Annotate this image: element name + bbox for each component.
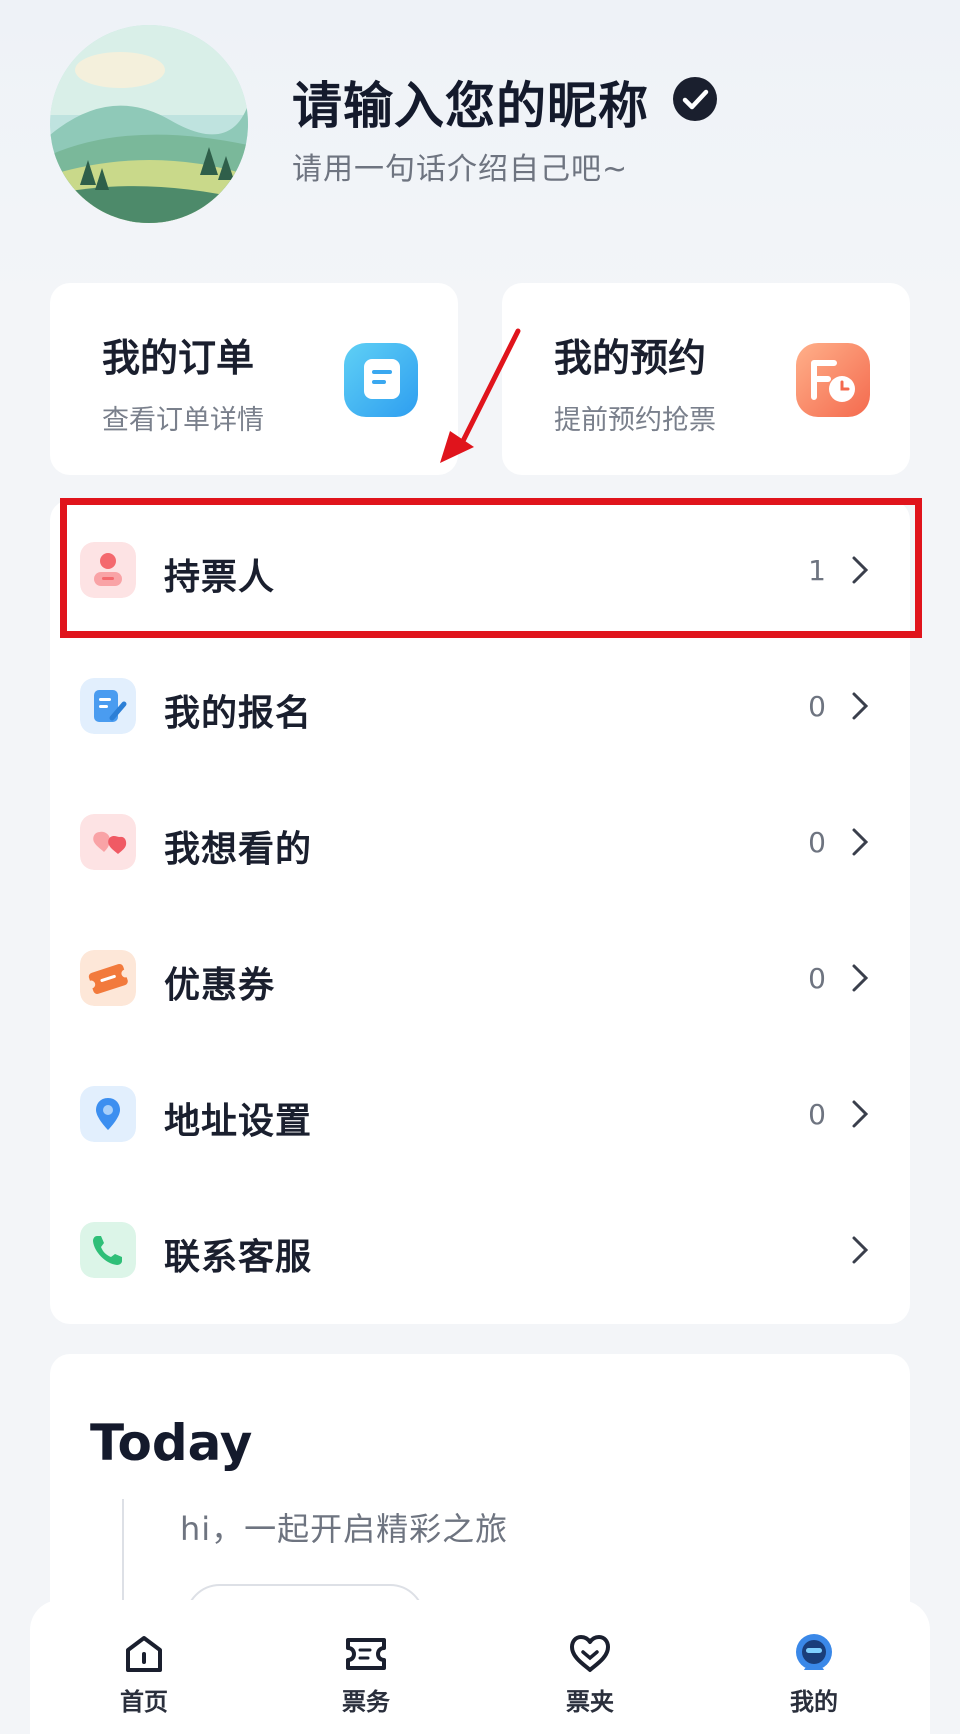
card-subtitle: 提前预约抢票 xyxy=(554,405,716,436)
annotation-arrow-icon xyxy=(440,328,521,463)
verified-check-icon xyxy=(673,77,717,121)
chevron-right-icon xyxy=(852,964,869,992)
card-subtitle: 查看订单详情 xyxy=(102,405,264,436)
menu-item-address-settings[interactable]: 地址设置 0 xyxy=(50,1046,910,1182)
nav-mine[interactable]: 我的 xyxy=(754,1630,874,1730)
nav-tickets[interactable]: 票务 xyxy=(306,1630,426,1730)
menu-label: 地址设置 xyxy=(164,1101,313,1142)
nav-label: 我的 xyxy=(790,1688,838,1716)
menu-count: 0 xyxy=(808,1098,826,1131)
menu-item-customer-service[interactable]: 联系客服 xyxy=(50,1182,910,1318)
menu-label: 我想看的 xyxy=(164,829,313,870)
menu-label: 联系客服 xyxy=(164,1237,313,1278)
menu-item-coupons[interactable]: 优惠券 0 xyxy=(50,910,910,1046)
nav-ticket-wallet[interactable]: 票夹 xyxy=(530,1630,650,1730)
menu-item-want-to-see[interactable]: 我想看的 0 xyxy=(50,774,910,910)
ticket-icon xyxy=(346,1638,386,1670)
chevron-right-icon xyxy=(852,692,869,720)
order-list-icon xyxy=(344,343,418,417)
nav-label: 票务 xyxy=(342,1688,390,1716)
menu-count: 0 xyxy=(808,826,826,859)
today-title: Today xyxy=(90,1414,253,1472)
home-icon xyxy=(126,1636,162,1672)
menu-label: 优惠券 xyxy=(164,965,276,1006)
profile-icon xyxy=(796,1634,832,1670)
card-title: 我的订单 xyxy=(102,336,255,380)
my-reservations-card[interactable]: 我的预约 提前预约抢票 xyxy=(502,283,910,475)
avatar[interactable] xyxy=(50,25,248,223)
bottom-nav: 首页 票务 票夹 我的 xyxy=(30,1600,930,1734)
nav-home[interactable]: 首页 xyxy=(84,1630,204,1730)
card-title: 我的预约 xyxy=(554,336,707,380)
menu-count: 0 xyxy=(808,962,826,995)
nav-label: 票夹 xyxy=(566,1688,614,1716)
bio-text[interactable]: 请用一句话介绍自己吧~ xyxy=(292,144,628,188)
menu-count: 0 xyxy=(808,690,826,723)
chevron-right-icon xyxy=(852,1236,869,1264)
menu-label: 我的报名 xyxy=(164,693,313,734)
menu-item-my-signups[interactable]: 我的报名 0 xyxy=(50,638,910,774)
chevron-right-icon xyxy=(852,1100,869,1128)
location-pin-icon xyxy=(80,1086,136,1142)
calendar-clock-icon xyxy=(796,343,870,417)
today-text: hi，一起开启精彩之旅 xyxy=(180,1510,509,1548)
heart-outline-icon xyxy=(570,1635,610,1672)
chevron-right-icon xyxy=(852,828,869,856)
phone-icon xyxy=(80,1222,136,1278)
highlight-box xyxy=(60,498,922,638)
signup-form-icon xyxy=(80,678,136,734)
coupon-icon xyxy=(80,950,136,1006)
my-orders-card[interactable]: 我的订单 查看订单详情 xyxy=(50,283,458,475)
nickname[interactable]: 请输入您的昵称 xyxy=(292,66,649,138)
nav-label: 首页 xyxy=(120,1688,168,1716)
heart-icon xyxy=(80,814,136,870)
